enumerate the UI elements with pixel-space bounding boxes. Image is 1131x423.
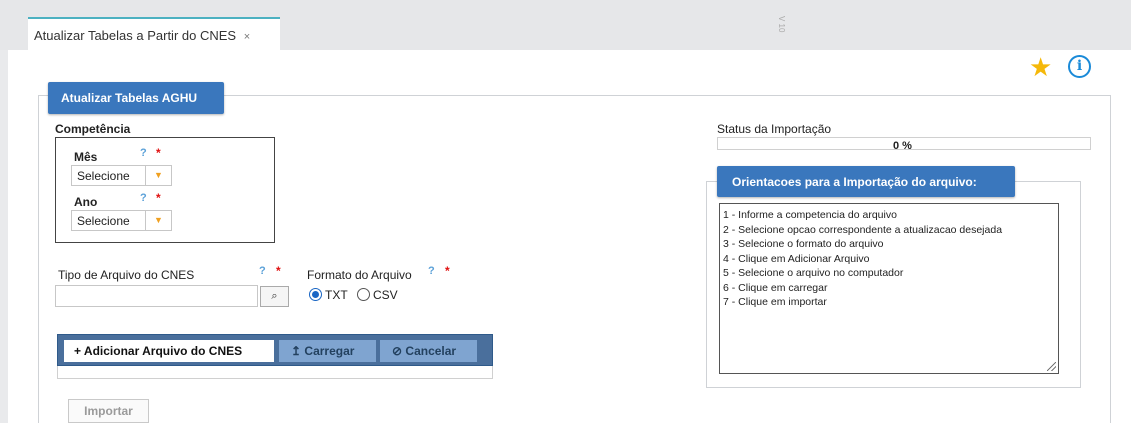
search-button[interactable]: ⌕ [260,286,289,307]
mes-select-value: Selecione [77,169,130,183]
add-file-button[interactable]: + Adicionar Arquivo do CNES [64,340,274,362]
plus-icon: + [74,344,82,358]
tipo-arquivo-label: Tipo de Arquivo do CNES [58,268,195,282]
mes-label: Mês [74,150,98,164]
formato-label: Formato do Arquivo [307,268,412,282]
radio-txt[interactable] [309,288,322,301]
status-label: Status da Importação [717,122,832,136]
ano-select[interactable]: Selecione ▼ [71,210,172,231]
cancel-icon: ⊘ [392,344,403,358]
star-icon[interactable]: ★ [1029,54,1052,80]
tipo-arquivo-required-icon: * [276,264,281,278]
close-icon[interactable]: × [244,31,250,43]
ano-required-icon: * [156,191,161,205]
orientacao-line: 6 - Clique em carregar [723,281,828,294]
tab-bar: Atualizar Tabelas a Partir do CNES × V 1… [0,0,1131,50]
radio-csv[interactable] [357,288,370,301]
upload-icon: ↥ [291,344,302,358]
upload-toolbar: + Adicionar Arquivo do CNES ↥ Carregar ⊘… [57,334,493,366]
mes-required-icon: * [156,146,161,160]
orientacao-line: 2 - Selecione opcao correspondente a atu… [723,223,1003,236]
cancelar-button[interactable]: ⊘ Cancelar [380,340,477,362]
formato-required-icon: * [445,264,450,278]
orientacao-line: 5 - Selecione o arquivo no computador [723,267,904,279]
cancelar-label: Cancelar [405,344,457,358]
panel-legend: Atualizar Tabelas AGHU [48,82,224,114]
caret-down-icon[interactable]: ▼ [145,211,171,230]
add-file-label: Adicionar Arquivo do CNES [83,344,243,358]
upload-file-list [57,366,493,379]
tipo-arquivo-input[interactable] [55,285,258,307]
info-icon[interactable]: i [1068,55,1091,78]
carregar-button[interactable]: ↥ Carregar [279,340,376,362]
radio-txt-label: TXT [325,288,348,302]
tipo-arquivo-help-icon[interactable]: ? [259,265,266,277]
mes-select[interactable]: Selecione ▼ [71,165,172,186]
competencia-label: Competência [55,122,131,136]
ano-help-icon[interactable]: ? [140,192,147,204]
tab-atualizar-tabelas[interactable]: Atualizar Tabelas a Partir do CNES × [28,17,280,50]
carregar-label: Carregar [304,344,355,358]
search-icon: ⌕ [271,290,278,302]
orientacao-line: 1 - Informe a competencia do arquivo [723,209,897,221]
ano-label: Ano [74,195,98,209]
importar-button[interactable]: Importar [68,399,149,423]
orientacoes-textarea[interactable]: 1 - Informe a competencia do arquivo 2 - … [719,203,1059,374]
orientacao-line: 4 - Clique em Adicionar Arquivo [723,252,870,265]
caret-down-icon[interactable]: ▼ [145,166,171,185]
tab-title: Atualizar Tabelas a Partir do CNES [34,28,237,43]
radio-csv-label: CSV [373,288,398,302]
orientacao-line: 7 - Clique em importar [723,296,827,308]
mes-help-icon[interactable]: ? [140,147,147,159]
version-label: V 10 [777,16,786,33]
ano-select-value: Selecione [77,214,130,228]
orientacoes-legend: Orientacoes para a Importação do arquivo… [717,166,1015,197]
resize-grip-icon[interactable] [1047,362,1056,371]
orientacao-line: 3 - Selecione o formato do arquivo [723,238,884,250]
progress-text: 0 % [893,140,912,152]
formato-help-icon[interactable]: ? [428,265,435,277]
